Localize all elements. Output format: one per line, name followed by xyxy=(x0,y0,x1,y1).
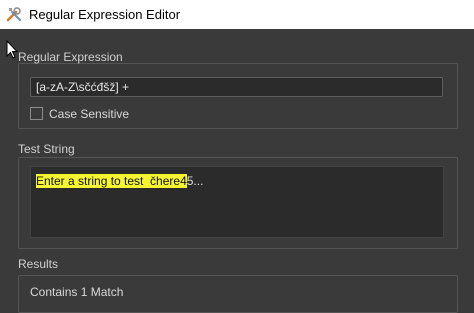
case-sensitive-checkbox[interactable] xyxy=(30,107,43,120)
results-summary: Contains 1 Match xyxy=(30,285,124,299)
regex-input[interactable]: [a-zA-Z\sčćđšž] + xyxy=(30,77,443,97)
mouse-cursor-icon xyxy=(6,40,18,59)
match-highlight: Enter a string to test čhere4 xyxy=(36,174,187,188)
test-string-group-label: Test String xyxy=(18,142,75,156)
results-group-label: Results xyxy=(18,257,59,271)
case-sensitive-label: Case Sensitive xyxy=(49,107,130,121)
wrench-screwdriver-icon xyxy=(6,7,21,22)
title-bar: Regular Expression Editor xyxy=(0,0,474,29)
regex-group-label: Regular Expression xyxy=(18,50,123,64)
test-string-input[interactable]: Enter a string to test čhere45... xyxy=(30,166,444,238)
unmatched-text: 5... xyxy=(186,174,204,188)
test-string-text: Enter a string to test čhere45... xyxy=(36,174,203,188)
window-title: Regular Expression Editor xyxy=(29,7,181,22)
